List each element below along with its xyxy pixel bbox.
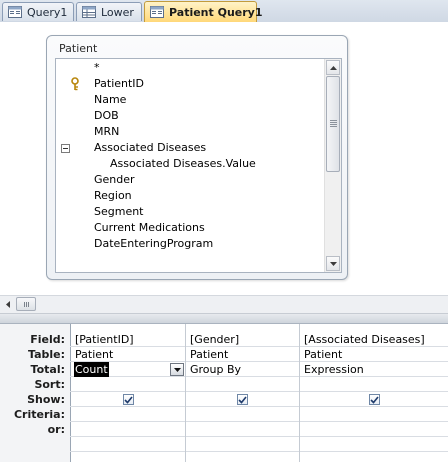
field-cell[interactable]: [Associated Diseases] xyxy=(304,332,425,347)
collapse-icon[interactable] xyxy=(61,144,70,153)
row-label-show: Show: xyxy=(27,393,65,406)
chevron-down-icon xyxy=(173,367,181,372)
row-label-table: Table: xyxy=(27,348,65,361)
field-list: * PatientID Name DOB MRN Associated Dise… xyxy=(55,58,342,273)
scroll-left-button[interactable] xyxy=(1,297,15,311)
checkmark-icon xyxy=(238,395,247,404)
scroll-up-button[interactable] xyxy=(326,60,340,75)
table-cell[interactable]: Patient xyxy=(75,347,113,362)
tab-query1[interactable]: Query1 xyxy=(2,2,74,21)
grid-column-gender: [Gender] Patient Group By xyxy=(186,324,300,462)
row-label-field: Field: xyxy=(30,333,65,346)
arrow-left-icon xyxy=(6,300,10,308)
pane-splitter[interactable] xyxy=(0,314,448,324)
field-item-segment[interactable]: Segment xyxy=(94,204,144,220)
field-item-dob[interactable]: DOB xyxy=(94,108,119,124)
scroll-thumb[interactable] xyxy=(326,76,340,172)
field-item-all[interactable]: * xyxy=(94,60,100,76)
total-cell[interactable]: Count xyxy=(74,362,109,377)
field-item-patientid[interactable]: PatientID xyxy=(94,76,144,92)
scroll-down-button[interactable] xyxy=(326,256,340,271)
tab-label: Query1 xyxy=(27,5,68,19)
horizontal-scroll-thumb[interactable] xyxy=(16,297,36,311)
field-item-current-medications[interactable]: Current Medications xyxy=(94,220,205,236)
field-item-mrn[interactable]: MRN xyxy=(94,124,119,140)
field-cell[interactable]: [Gender] xyxy=(190,332,239,347)
show-checkbox[interactable] xyxy=(237,394,248,405)
show-checkbox[interactable] xyxy=(369,394,380,405)
tab-lower[interactable]: Lower xyxy=(76,2,142,21)
field-item-dateenteringprogram[interactable]: DateEnteringProgram xyxy=(94,236,213,252)
tab-patient-query1[interactable]: Patient Query1 xyxy=(144,1,263,22)
tab-label: Patient Query1 xyxy=(169,5,263,19)
field-item-associated-diseases[interactable]: Associated Diseases xyxy=(94,140,206,156)
field-item-name[interactable]: Name xyxy=(94,92,126,108)
row-label-total: Total: xyxy=(30,363,65,376)
field-item-region[interactable]: Region xyxy=(94,188,132,204)
row-label-sort: Sort: xyxy=(34,378,65,391)
patient-field-list-window[interactable]: Patient * PatientID Name DOB MRN Associa… xyxy=(46,35,348,280)
field-item-associated-diseases-value[interactable]: Associated Diseases.Value xyxy=(110,156,256,172)
show-checkbox[interactable] xyxy=(123,394,134,405)
query-icon xyxy=(8,6,22,18)
design-pane-horizontal-scrollbar[interactable] xyxy=(0,295,448,314)
grid-row-labels: Field: Table: Total: Sort: Show: Criteri… xyxy=(0,324,71,462)
total-cell[interactable]: Expression xyxy=(304,362,364,377)
checkmark-icon xyxy=(370,395,379,404)
checkmark-icon xyxy=(124,395,133,404)
table-cell[interactable]: Patient xyxy=(304,347,342,362)
tab-label: Lower xyxy=(101,5,134,19)
field-item-gender[interactable]: Gender xyxy=(94,172,135,188)
field-list-vertical-scrollbar[interactable] xyxy=(324,59,341,272)
total-dropdown-button[interactable] xyxy=(170,363,184,376)
table-cell[interactable]: Patient xyxy=(190,347,228,362)
grid-column-patientid: [PatientID] Patient Count xyxy=(71,324,186,462)
document-tab-strip: Query1 Lower Patient Query1 xyxy=(0,0,448,23)
field-cell[interactable]: [PatientID] xyxy=(75,332,134,347)
field-list-title: Patient xyxy=(59,42,98,55)
table-icon xyxy=(82,6,96,18)
total-cell[interactable]: Group By xyxy=(190,362,241,377)
query-icon xyxy=(150,6,164,18)
query-design-grid: Field: Table: Total: Sort: Show: Criteri… xyxy=(0,324,448,462)
grid-column-associated-diseases: [Associated Diseases] Patient Expression xyxy=(300,324,448,462)
primary-key-icon xyxy=(71,77,79,91)
row-label-criteria: Criteria: xyxy=(13,408,65,421)
query-design-pane: Patient * PatientID Name DOB MRN Associa… xyxy=(0,22,448,295)
row-label-or: or: xyxy=(47,423,65,436)
arrow-up-icon xyxy=(329,65,337,70)
arrow-down-icon xyxy=(329,261,337,266)
